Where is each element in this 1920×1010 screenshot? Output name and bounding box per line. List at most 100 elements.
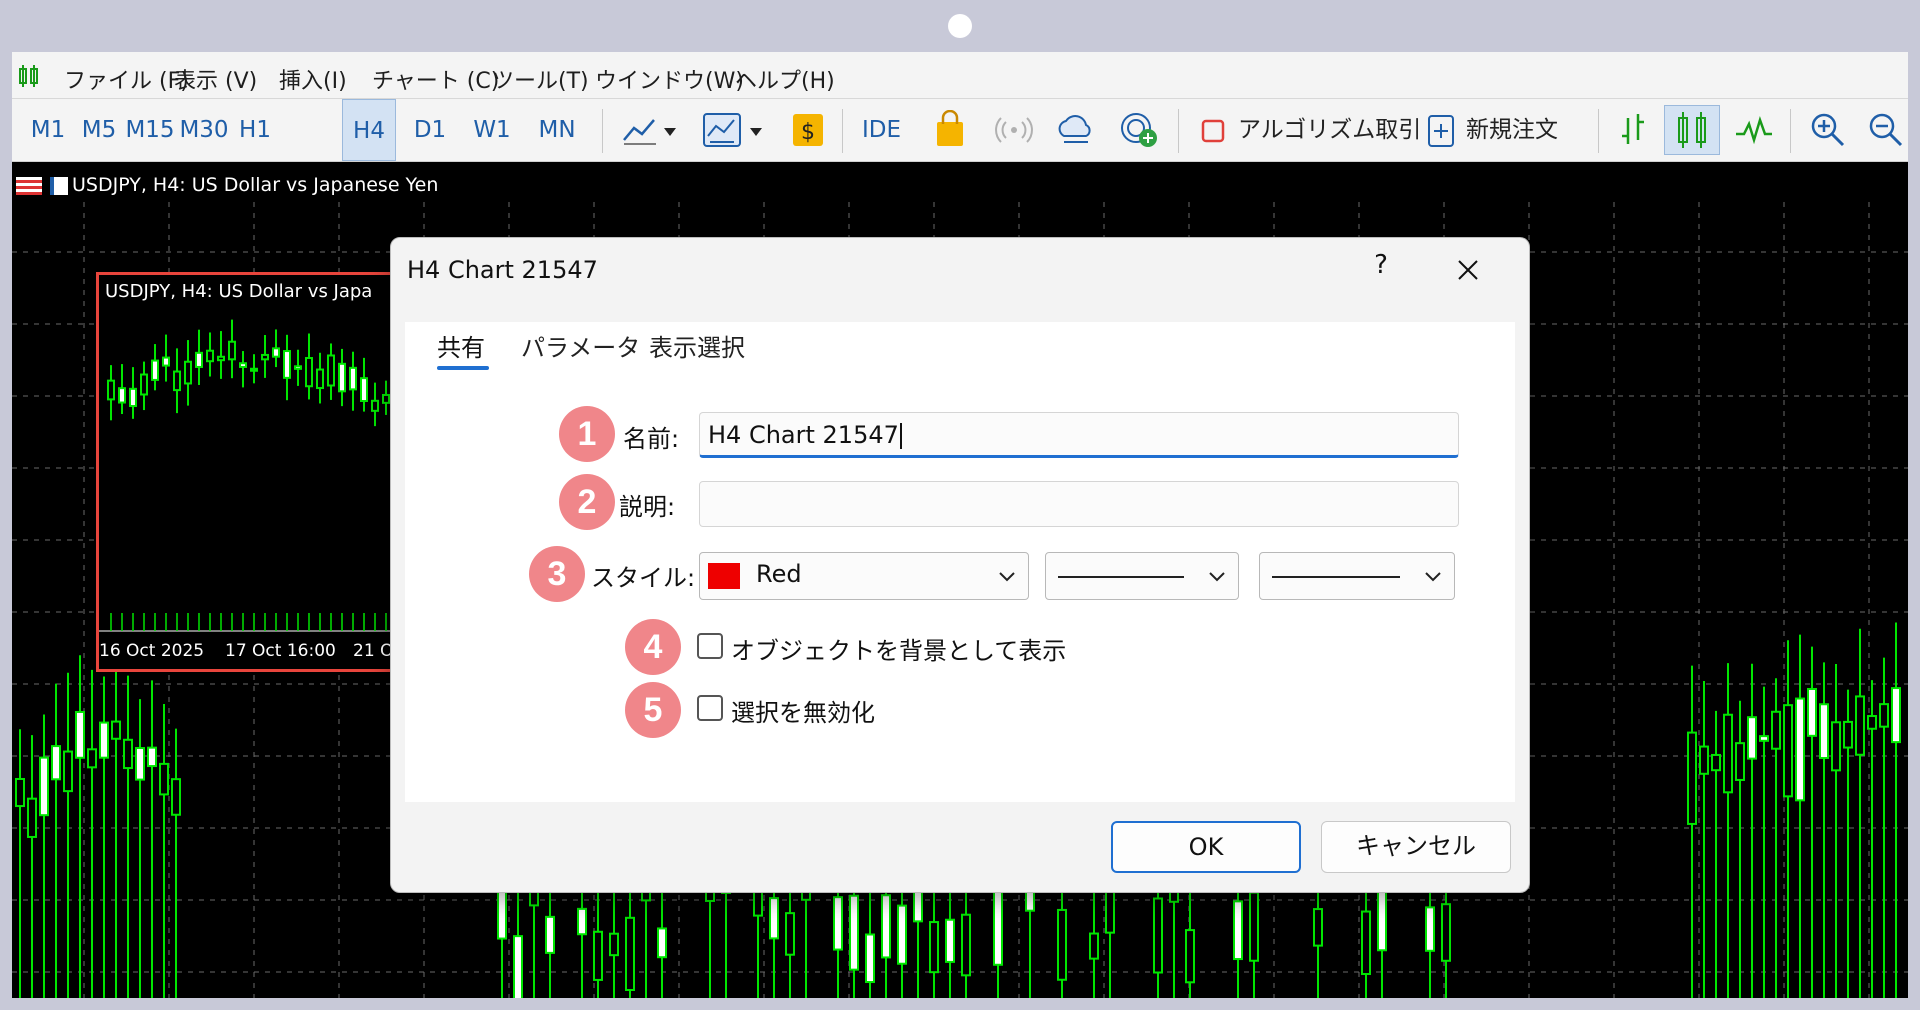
candlestick: [1819, 662, 1829, 998]
candlestick: [217, 331, 225, 379]
candlestick: [382, 380, 390, 415]
callout-badge-4: 4: [625, 619, 681, 675]
menu-insert[interactable]: 挿入(I): [279, 63, 347, 95]
candlestick: [371, 382, 379, 427]
timeframe-mn[interactable]: MN: [532, 99, 582, 161]
candlestick: [1747, 663, 1757, 998]
menu-tools[interactable]: ツール(T): [492, 63, 589, 95]
candlestick: [1771, 678, 1781, 998]
toolbar-separator: [1178, 109, 1179, 153]
thumbnail-header: USDJPY, H4: US Dollar vs Japa: [105, 281, 373, 302]
close-button[interactable]: [1448, 250, 1488, 290]
close-icon: [1458, 260, 1478, 280]
toolbar: M1 M5 M15 M30 H1 H4 D1 W1 MN $ IDE アルゴリズ…: [12, 99, 1908, 162]
algo-trading-button[interactable]: アルゴリズム取引: [1238, 99, 1421, 161]
menu-help[interactable]: ヘルプ(H): [735, 63, 835, 95]
menu-window[interactable]: ウインドウ(W): [595, 63, 744, 95]
cancel-button[interactable]: キャンセル: [1321, 821, 1511, 873]
candlestick: [349, 351, 357, 411]
candlestick: [228, 319, 236, 379]
line-width-preview: [1272, 576, 1400, 578]
candlestick: [1699, 681, 1709, 998]
candlestick: [1723, 663, 1733, 998]
color-swatch: [708, 563, 740, 589]
background-checkbox[interactable]: [697, 633, 723, 659]
thumbnail-time-label: 21 O: [353, 641, 394, 661]
candlestick: [316, 352, 324, 404]
candlestick: [15, 729, 25, 998]
name-field[interactable]: H4 Chart 21547: [699, 412, 1459, 458]
description-field[interactable]: [699, 481, 1459, 527]
line-style-select[interactable]: [1045, 552, 1239, 600]
disable-selection-checkbox-label[interactable]: 選択を無効化: [731, 693, 875, 728]
candle-chart-button[interactable]: [1664, 105, 1720, 155]
menu-file[interactable]: ファイル (F): [64, 63, 189, 95]
zoom-in-icon[interactable]: [1808, 110, 1848, 150]
zoom-out-icon[interactable]: [1866, 110, 1906, 150]
tab-common[interactable]: 共有: [437, 328, 485, 363]
chart-template-icon[interactable]: [700, 110, 770, 150]
timeframe-d1[interactable]: D1: [408, 99, 452, 161]
chevron-down-icon: [1425, 572, 1441, 582]
candlestick: [151, 344, 159, 391]
chart-symbol-title: USDJPY, H4: US Dollar vs Japanese Yen: [72, 174, 439, 196]
svg-text:$: $: [801, 120, 815, 145]
candlestick: [1807, 646, 1817, 998]
ok-button[interactable]: OK: [1111, 821, 1301, 873]
callout-badge-5: 5: [625, 682, 681, 738]
candlestick: [1185, 888, 1195, 998]
vps-icon[interactable]: [1118, 110, 1162, 150]
thumbnail-candles: [99, 319, 399, 632]
toolbar-separator: [1790, 109, 1791, 153]
background-checkbox-label[interactable]: オブジェクトを背景として表示: [731, 631, 1066, 666]
timeframe-m30[interactable]: M30: [176, 99, 232, 161]
candlestick: [107, 365, 115, 421]
thumbnail-time-label: 16 Oct 2025: [99, 641, 205, 661]
line-width-select[interactable]: [1259, 552, 1455, 600]
candlestick: [1735, 700, 1745, 998]
menu-view[interactable]: 表示 (V): [174, 63, 257, 95]
timeframe-h1[interactable]: H1: [234, 99, 276, 161]
candlestick: [305, 333, 313, 400]
candlestick: [250, 354, 258, 384]
timeframe-w1[interactable]: W1: [470, 99, 514, 161]
thumbnail-time-label: 17 Oct 16:00: [225, 641, 336, 661]
chart-list-icon: [16, 176, 42, 195]
color-select[interactable]: Red: [699, 552, 1029, 600]
candlestick: [111, 644, 121, 998]
new-order-button[interactable]: 新規注文: [1466, 99, 1558, 161]
cloud-icon[interactable]: [1054, 110, 1098, 150]
app-logo-icon: [19, 65, 38, 87]
camera-dot: [948, 14, 972, 38]
candlestick: [87, 669, 97, 998]
menu-chart[interactable]: チャート (C): [372, 63, 499, 95]
candlestick: [1711, 710, 1721, 998]
name-label: 名前:: [623, 425, 680, 453]
timeframe-m5[interactable]: M5: [76, 99, 122, 161]
color-select-value: Red: [756, 560, 802, 588]
signal-icon[interactable]: [994, 110, 1034, 150]
market-bag-icon[interactable]: [930, 110, 970, 150]
candlestick: [1843, 689, 1853, 998]
line-chart-icon[interactable]: [620, 110, 684, 150]
candlestick: [123, 675, 133, 998]
disable-selection-checkbox[interactable]: [697, 695, 723, 721]
ide-button[interactable]: IDE: [862, 99, 901, 161]
timeframe-h4[interactable]: H4: [342, 99, 396, 161]
candlestick: [75, 655, 85, 998]
dollar-icon[interactable]: $: [788, 110, 828, 150]
bar-chart-icon[interactable]: [1616, 110, 1656, 150]
candlestick: [1831, 663, 1841, 998]
help-button[interactable]: ?: [1366, 250, 1396, 280]
candlestick: [162, 334, 170, 382]
candlestick: [63, 672, 73, 998]
tab-visualization[interactable]: 表示選択: [649, 328, 745, 363]
candlestick: [206, 332, 214, 377]
line-mode-icon[interactable]: [1732, 110, 1776, 150]
timeframe-m1[interactable]: M1: [26, 99, 70, 161]
candlestick: [118, 364, 126, 415]
timeframe-m15[interactable]: M15: [124, 99, 176, 161]
tab-parameters[interactable]: パラメータ: [521, 328, 640, 363]
candlestick: [39, 714, 49, 998]
candlestick: [171, 728, 181, 998]
